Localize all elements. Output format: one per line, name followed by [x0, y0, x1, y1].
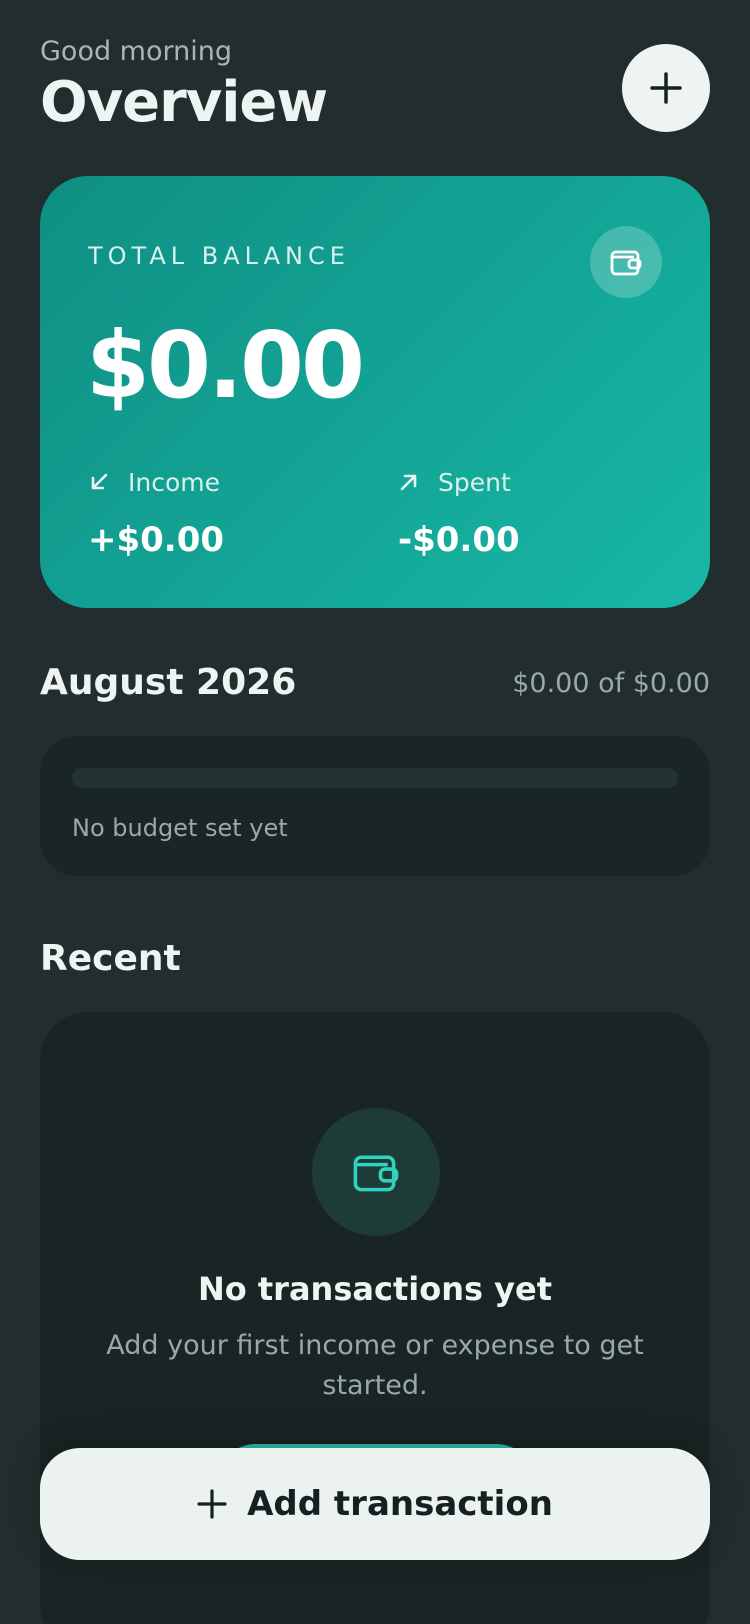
budget-summary: $0.00 of $0.00 [512, 668, 710, 699]
spent-stat: Spent -$0.00 [398, 464, 520, 561]
balance-label: TOTAL BALANCE [88, 242, 350, 270]
wallet-icon [610, 250, 642, 276]
income-value: +$0.00 [88, 520, 225, 560]
arrow-down-left-icon [91, 473, 108, 490]
budget-month-title: August 2026 [40, 662, 297, 703]
empty-state-title: No transactions yet [197, 1270, 553, 1308]
wallet-icon [353, 1155, 399, 1192]
add-transaction-button[interactable]: Add transaction [40, 1448, 710, 1560]
greeting-text: Good morning [40, 36, 232, 67]
empty-state-badge [312, 1108, 440, 1236]
income-label: Income [128, 467, 220, 497]
balance-amount: $0.00 [86, 312, 365, 419]
empty-state-subtitle: Add your first income or expense to get … [106, 1330, 644, 1401]
wallet-badge [590, 226, 662, 298]
budget-progress-bar [72, 768, 678, 788]
page-header: Good morning Overview [40, 36, 710, 146]
spent-value: -$0.00 [398, 520, 520, 560]
budget-note: No budget set yet [72, 814, 288, 842]
add-transaction-label: Add transaction [247, 1484, 553, 1524]
plus-icon [197, 1489, 227, 1519]
spent-label: Spent [438, 467, 511, 497]
budget-card[interactable]: No budget set yet [40, 736, 710, 876]
balance-card: TOTAL BALANCE $0.00 Income +$0.00 Spent … [40, 176, 710, 608]
arrow-up-right-icon [400, 474, 417, 491]
income-stat: Income +$0.00 [88, 464, 225, 561]
recent-title: Recent [40, 938, 181, 979]
add-button[interactable] [622, 44, 710, 132]
plus-icon [650, 72, 682, 104]
page-title: Overview [40, 70, 328, 135]
